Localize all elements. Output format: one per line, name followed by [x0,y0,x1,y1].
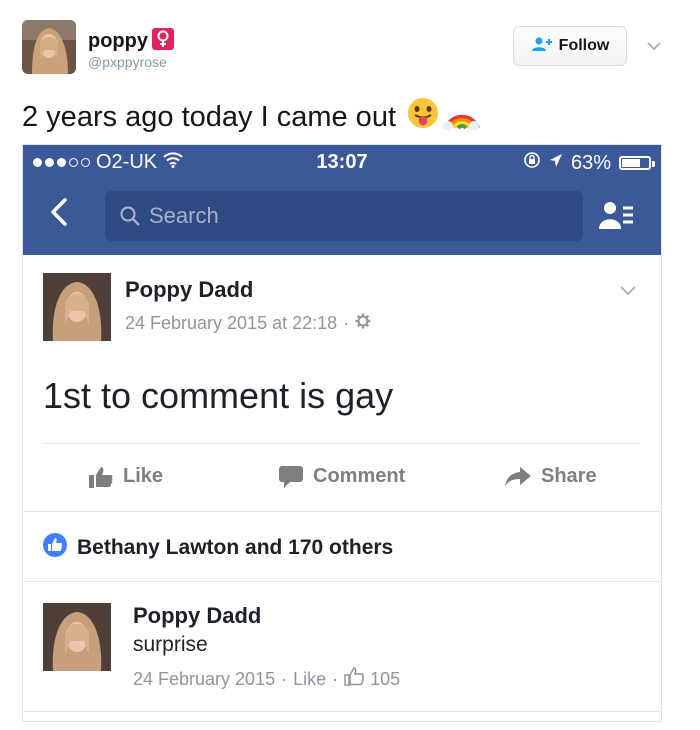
comment-like-link[interactable]: Like [293,669,326,690]
like-label: Like [123,465,164,487]
gear-icon [355,313,371,334]
search-placeholder: Search [149,203,219,228]
tweet-author-name[interactable]: poppy [88,28,174,53]
share-arrow-icon [505,466,531,487]
separator-dot: · [343,313,350,333]
post-text: 1st to comment is gay [43,375,394,416]
likes-summary-text: Bethany Lawton and 170 others [77,536,394,559]
post-author-avatar[interactable] [43,273,111,341]
rainbow-emoji-icon [442,96,480,138]
rotation-lock-icon [523,151,541,175]
separator-dot: · [332,668,339,689]
like-reaction-icon [43,533,67,563]
thumbs-up-icon [89,466,113,488]
tweet-text: 2 years ago today I came out [22,96,480,138]
share-label: Share [541,465,597,487]
tweet-author-avatar[interactable] [22,20,76,74]
female-sign-icon [152,28,174,50]
chevron-down-icon[interactable] [646,38,662,56]
separator-dot: · [281,668,288,689]
comment-date: 24 February 2015 [133,668,276,689]
facebook-screenshot: O2-UK 13:07 63% Search Poppy Dadd 24 Feb… [22,144,662,722]
divider [43,443,641,444]
status-bar: O2-UK 13:07 63% [23,145,661,179]
follow-label: Follow [558,37,610,54]
search-icon [120,206,140,226]
add-user-icon [531,36,553,57]
location-arrow-icon [549,152,563,175]
search-input[interactable]: Search [105,191,583,241]
tweet-text-content: 2 years ago today I came out [22,100,396,133]
post-action-bar: Like Comment Share [23,445,661,509]
post-author-name[interactable]: Poppy Dadd [125,277,253,303]
thumbs-up-outline-icon [344,667,364,691]
battery-percent: 63% [570,151,611,174]
comment-meta: 24 February 2015 · Like · 105 [133,667,400,691]
comment-button[interactable]: Comment [279,465,405,488]
tongue-face-emoji-icon [406,96,440,138]
author-name-text[interactable]: poppy [88,30,148,52]
share-button[interactable]: Share [505,465,597,488]
follow-button[interactable]: Follow [513,26,627,66]
comment-text: surprise [133,633,208,656]
friend-requests-icon[interactable] [599,199,635,238]
comment-author-avatar[interactable] [43,603,111,671]
post-timestamp-text[interactable]: 24 February 2015 at 22:18 [125,313,337,334]
reactions-summary[interactable]: Bethany Lawton and 170 others [43,533,393,563]
like-button[interactable]: Like [89,465,163,488]
comment-label: Comment [313,465,406,487]
comment-icon [279,465,303,488]
comment-like-count: 105 [370,668,401,689]
battery-icon [619,156,655,170]
comment-author-name[interactable]: Poppy Dadd [133,603,261,629]
divider [23,511,661,512]
tweet-header: poppy @pxppyrose Follow [0,0,700,90]
post-timestamp: 24 February 2015 at 22:18 · [125,313,371,334]
post-options-chevron-icon[interactable] [619,283,637,301]
back-arrow-icon[interactable] [49,197,69,232]
divider [23,581,661,582]
divider [23,711,661,712]
tweet-author-handle[interactable]: @pxppyrose [88,54,167,70]
facebook-topbar: O2-UK 13:07 63% Search [23,145,661,255]
